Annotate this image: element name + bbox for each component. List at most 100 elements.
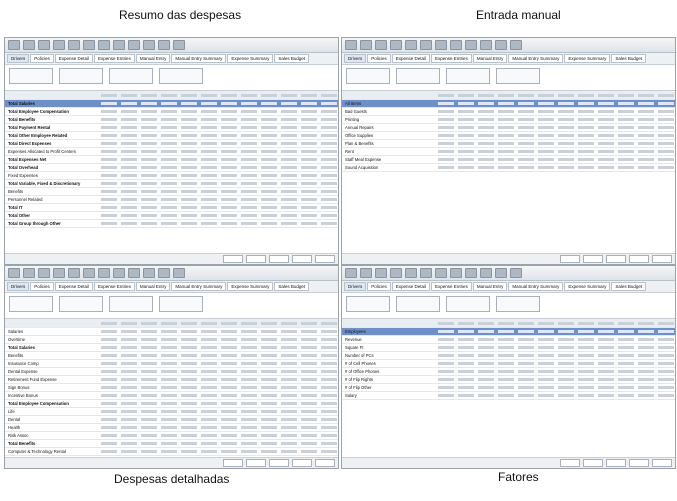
value-cell[interactable] [658,110,674,113]
value-cell[interactable] [181,338,197,341]
value-cell[interactable] [301,450,317,453]
value-cell[interactable] [261,198,277,201]
value-cell[interactable] [538,118,554,121]
value-cell[interactable] [101,110,117,113]
pager-button[interactable] [269,255,289,263]
value-cell[interactable] [261,450,277,453]
value-cell[interactable] [498,362,514,365]
toolbar-button-icon[interactable] [360,268,372,278]
toolbar-button-icon[interactable] [38,268,50,278]
value-cell[interactable] [201,166,217,169]
value-cell[interactable] [438,134,454,137]
value-cell[interactable] [558,338,574,341]
value-cell[interactable] [161,102,177,105]
value-cell[interactable] [181,402,197,405]
value-cell[interactable] [498,346,514,349]
value-cell[interactable] [281,354,297,357]
value-cell[interactable] [141,102,157,105]
pager-button[interactable] [560,255,580,263]
value-cell[interactable] [438,142,454,145]
tab[interactable]: Expense Summary [227,282,274,291]
value-cell[interactable] [658,346,674,349]
value-cell[interactable] [221,134,237,137]
tab[interactable]: Sales Budget [274,282,310,291]
tab[interactable]: Sales Budget [274,54,310,63]
filter-dropdown[interactable] [496,296,540,312]
value-cell[interactable] [201,126,217,129]
value-cell[interactable] [261,354,277,357]
value-cell[interactable] [261,222,277,225]
value-cell[interactable] [478,386,494,389]
toolbar-button-icon[interactable] [390,40,402,50]
value-cell[interactable] [161,330,177,333]
toolbar-button-icon[interactable] [390,268,402,278]
value-cell[interactable] [261,378,277,381]
value-cell[interactable] [201,442,217,445]
table-row[interactable]: Sound Acquisition [342,164,675,172]
value-cell[interactable] [321,394,337,397]
toolbar-button-icon[interactable] [450,268,462,278]
pager-button[interactable] [315,255,335,263]
value-cell[interactable] [141,198,157,201]
value-cell[interactable] [301,110,317,113]
value-cell[interactable] [301,370,317,373]
value-cell[interactable] [458,338,474,341]
value-cell[interactable] [201,102,217,105]
value-cell[interactable] [658,370,674,373]
value-cell[interactable] [221,190,237,193]
table-row[interactable]: Total Salaries [5,100,338,108]
value-cell[interactable] [321,354,337,357]
filter-dropdown[interactable] [59,68,103,84]
value-cell[interactable] [181,442,197,445]
value-cell[interactable] [241,134,257,137]
toolbar-button-icon[interactable] [113,40,125,50]
value-cell[interactable] [161,354,177,357]
value-cell[interactable] [161,214,177,217]
value-cell[interactable] [101,182,117,185]
toolbar-button-icon[interactable] [465,40,477,50]
pager-button[interactable] [652,255,672,263]
value-cell[interactable] [638,126,654,129]
value-cell[interactable] [321,174,337,177]
value-cell[interactable] [598,134,614,137]
table-row[interactable]: # of Flip Rights [342,376,675,384]
value-cell[interactable] [101,442,117,445]
value-cell[interactable] [438,354,454,357]
value-cell[interactable] [321,370,337,373]
value-cell[interactable] [538,150,554,153]
value-cell[interactable] [638,394,654,397]
table-row[interactable]: Total Benefits [5,116,338,124]
value-cell[interactable] [618,118,634,121]
value-cell[interactable] [201,426,217,429]
value-cell[interactable] [638,330,654,333]
value-cell[interactable] [538,134,554,137]
value-cell[interactable] [261,110,277,113]
value-cell[interactable] [498,386,514,389]
value-cell[interactable] [281,370,297,373]
value-cell[interactable] [101,214,117,217]
value-cell[interactable] [438,338,454,341]
value-cell[interactable] [458,102,474,105]
value-cell[interactable] [241,182,257,185]
value-cell[interactable] [578,362,594,365]
value-cell[interactable] [598,150,614,153]
value-cell[interactable] [221,362,237,365]
value-cell[interactable] [261,338,277,341]
value-cell[interactable] [161,206,177,209]
value-cell[interactable] [538,378,554,381]
value-cell[interactable] [438,362,454,365]
value-cell[interactable] [181,134,197,137]
value-cell[interactable] [578,386,594,389]
value-cell[interactable] [658,386,674,389]
value-cell[interactable] [458,394,474,397]
value-cell[interactable] [201,434,217,437]
value-cell[interactable] [578,394,594,397]
value-cell[interactable] [498,338,514,341]
value-cell[interactable] [161,174,177,177]
value-cell[interactable] [101,410,117,413]
value-cell[interactable] [161,190,177,193]
value-cell[interactable] [201,214,217,217]
value-cell[interactable] [618,126,634,129]
value-cell[interactable] [578,346,594,349]
value-cell[interactable] [598,158,614,161]
